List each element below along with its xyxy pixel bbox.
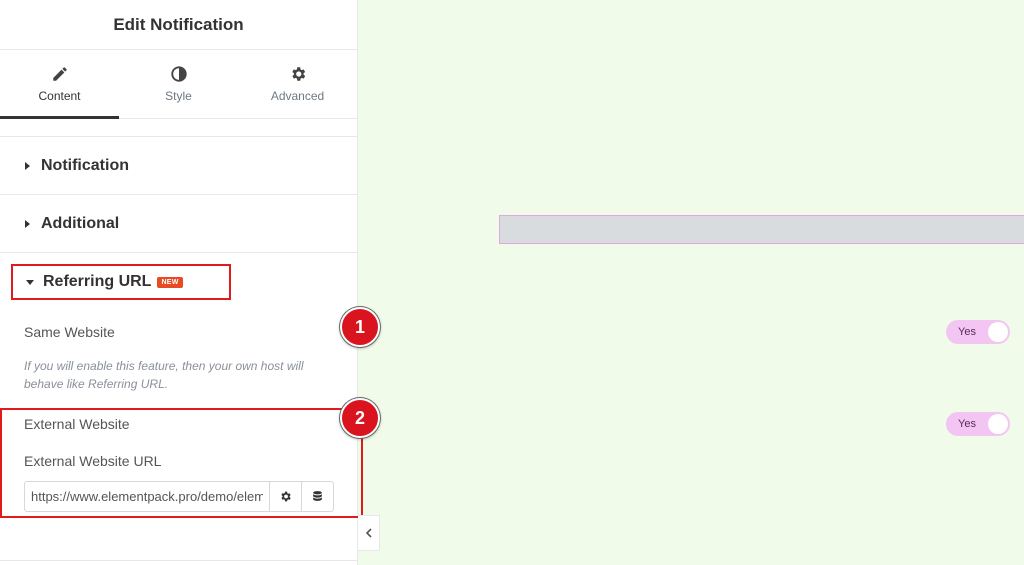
section-label: Referring URL — [43, 273, 152, 290]
chevron-left-icon — [365, 528, 372, 538]
caret-down-icon — [26, 279, 34, 285]
pencil-icon — [52, 67, 67, 81]
section-additional[interactable]: Additional — [0, 195, 357, 253]
gear-icon — [291, 67, 305, 81]
dynamic-tags-button[interactable] — [301, 482, 333, 511]
external-website-toggle[interactable]: Yes — [946, 412, 1010, 436]
external-website-control: External Website Yes — [24, 412, 1010, 436]
tab-advanced[interactable]: Advanced — [238, 50, 357, 118]
toggle-knob — [988, 414, 1008, 434]
tab-label: Style — [165, 89, 192, 103]
panel-header: Edit Notification — [0, 0, 357, 50]
contrast-icon — [170, 66, 187, 82]
tab-content[interactable]: Content — [0, 50, 119, 119]
same-website-description: If you will enable this feature, then yo… — [24, 359, 304, 391]
same-website-toggle[interactable]: Yes — [946, 320, 1010, 344]
notification-preview-bar[interactable] — [499, 215, 1024, 244]
database-icon — [313, 491, 322, 501]
spacer — [0, 119, 357, 137]
toggle-knob — [988, 322, 1008, 342]
tab-style[interactable]: Style — [119, 50, 238, 118]
section-notification[interactable]: Notification — [0, 137, 357, 195]
external-url-input[interactable] — [25, 482, 269, 511]
settings-button[interactable] — [269, 482, 301, 511]
tab-label: Content — [38, 89, 81, 103]
external-website-label: External Website — [24, 416, 130, 432]
toggle-label: Yes — [958, 418, 976, 430]
caret-right-icon — [25, 161, 30, 170]
panel-title: Edit Notification — [113, 14, 244, 34]
section-label: Additional — [41, 214, 120, 232]
external-url-label: External Website URL — [24, 453, 162, 469]
collapse-panel-button[interactable] — [358, 515, 380, 551]
panel-tabs: Content Style Advanced — [0, 50, 357, 119]
step-marker-2: 2 — [340, 398, 380, 438]
same-website-label: Same Website — [24, 324, 115, 340]
new-badge: NEW — [157, 276, 183, 288]
external-url-field — [24, 481, 334, 512]
gear-icon — [281, 491, 291, 502]
section-label: Notification — [41, 156, 129, 174]
step-marker-1: 1 — [340, 307, 380, 347]
same-website-control: Same Website Yes — [24, 320, 1010, 344]
tab-label: Advanced — [270, 89, 325, 103]
caret-right-icon — [25, 219, 30, 228]
divider — [0, 560, 358, 561]
toggle-label: Yes — [958, 326, 976, 338]
section-referring-url[interactable]: Referring URL NEW — [11, 264, 231, 300]
